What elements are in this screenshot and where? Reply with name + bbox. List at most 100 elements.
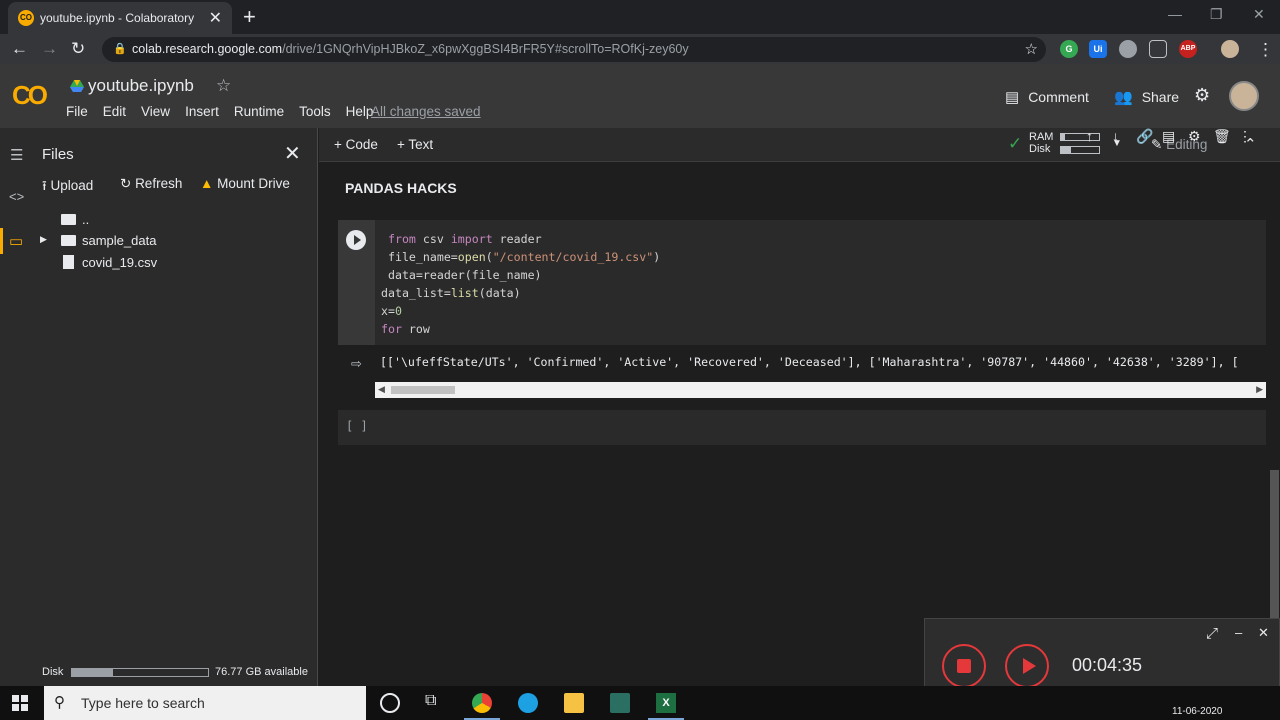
menu-insert[interactable]: Insert <box>185 104 219 122</box>
taskbar-clock[interactable]: 11-06-2020 <box>1172 706 1222 717</box>
circle-extension-icon[interactable] <box>1119 40 1137 58</box>
close-panel-icon[interactable]: ✕ <box>284 141 301 166</box>
cell-settings-icon[interactable]: ⚙ <box>1188 128 1201 145</box>
code-line: x=0 <box>381 304 402 318</box>
bookmark-star-icon[interactable]: ☆ <box>1025 40 1038 58</box>
forward-icon[interactable]: → <box>41 39 58 59</box>
output-text: [['\ufeffState/UTs', 'Confirmed', 'Activ… <box>380 355 1239 369</box>
share-label: Share <box>1141 89 1180 105</box>
page-vertical-scrollbar[interactable] <box>1270 470 1279 620</box>
edge-taskbar-icon[interactable] <box>518 693 538 713</box>
browser-menu-icon[interactable]: ⋮ <box>1257 40 1274 60</box>
disk-available-text: 76.77 GB available <box>215 666 308 678</box>
refresh-label: Refresh <box>135 176 183 191</box>
app-taskbar-icon[interactable] <box>610 693 630 713</box>
expand-recorder-icon[interactable]: ⤢ <box>1206 625 1218 642</box>
adblock-extension-icon[interactable]: ABP <box>1179 40 1197 58</box>
tree-item-covid-csv[interactable]: covid_19.csv <box>63 255 157 270</box>
code-cell[interactable]: from csv import reader file_name=open("/… <box>338 220 1266 345</box>
maximize-window-icon[interactable]: ❐ <box>1210 6 1223 23</box>
output-actions-icon[interactable]: ⇨ <box>351 356 362 372</box>
close-recorder-icon[interactable]: ✕ <box>1258 625 1269 641</box>
comment-label: Comment <box>1028 89 1089 105</box>
scroll-right-icon[interactable]: ▶ <box>1256 384 1263 395</box>
add-code-label: Code <box>345 137 378 152</box>
comment-icon: ▤ <box>1005 89 1020 106</box>
code-line: data_list=list(data) <box>381 286 521 300</box>
menu-runtime[interactable]: Runtime <box>234 104 284 122</box>
share-button[interactable]: 👥 Share <box>1114 88 1179 106</box>
menu-help[interactable]: Help <box>346 104 374 122</box>
scrollbar-thumb[interactable] <box>391 386 455 394</box>
refresh-button[interactable]: ↻ Refresh <box>120 176 182 192</box>
notebook-title[interactable]: youtube.ipynb <box>88 76 194 96</box>
windows-start-icon[interactable] <box>12 695 28 711</box>
new-tab-icon[interactable]: + <box>243 4 256 30</box>
disk-label: Disk <box>42 666 64 678</box>
code-snippets-icon[interactable]: <> <box>9 189 24 204</box>
drive-small-icon: ▲ <box>200 176 218 191</box>
stop-recording-button[interactable] <box>942 644 986 688</box>
execution-count: [ ] <box>346 419 368 433</box>
disk-resource-bar <box>1060 146 1100 154</box>
menu-edit[interactable]: Edit <box>103 104 126 122</box>
mount-drive-button[interactable]: ▲ Mount Drive <box>200 176 290 191</box>
close-tab-icon[interactable]: ✕ <box>209 8 222 28</box>
minimize-recorder-icon[interactable]: – <box>1235 625 1242 640</box>
upload-button[interactable]: ⭱ Upload <box>42 176 93 199</box>
grid-extension-icon[interactable] <box>1149 40 1167 58</box>
colab-header: CO youtube.ipynb ☆ File Edit View Insert… <box>0 64 1280 128</box>
colab-logo[interactable]: CO <box>12 80 48 111</box>
code-line: for row <box>381 322 430 336</box>
cell-gutter <box>338 220 375 345</box>
excel-taskbar-icon[interactable]: X <box>656 693 676 713</box>
task-view-icon[interactable]: ⧉ <box>425 692 445 712</box>
browser-tab-bar: CO youtube.ipynb - Colaboratory ✕ + — ❐ … <box>0 0 1280 34</box>
ui-extension-icon[interactable]: Ui <box>1089 40 1107 58</box>
comment-cell-icon[interactable]: ▤ <box>1162 128 1175 145</box>
add-text-button[interactable]: + Text <box>397 137 433 152</box>
url-input[interactable]: 🔒 colab.research.google.com/drive/1GNQrh… <box>102 37 1046 62</box>
run-cell-button[interactable] <box>346 230 366 250</box>
ram-label: RAM <box>1029 131 1054 143</box>
minimize-window-icon[interactable]: — <box>1168 6 1182 22</box>
close-window-icon[interactable]: ✕ <box>1253 6 1265 23</box>
more-options-icon[interactable]: ⋮ <box>1238 128 1252 145</box>
file-explorer-icon[interactable] <box>564 693 584 713</box>
grammarly-extension-icon[interactable]: G <box>1060 40 1078 58</box>
move-down-icon[interactable]: ↓ <box>1112 128 1119 144</box>
menu-view[interactable]: View <box>141 104 170 122</box>
table-of-contents-icon[interactable]: ☰ <box>10 146 23 164</box>
cortana-icon[interactable] <box>380 693 400 713</box>
menu-file[interactable]: File <box>66 104 88 122</box>
ram-usage-bar <box>1060 133 1100 141</box>
code-editor[interactable]: from csv import reader file_name=open("/… <box>381 230 660 338</box>
delete-cell-icon[interactable]: 🗑 <box>1213 128 1231 145</box>
files-folder-icon[interactable]: ▭ <box>9 232 23 250</box>
tree-item-parent[interactable]: .. <box>61 212 89 227</box>
resume-recording-button[interactable] <box>1005 644 1049 688</box>
save-status-link[interactable]: All changes saved <box>371 104 481 119</box>
tree-label: sample_data <box>82 233 157 248</box>
chrome-taskbar-icon[interactable] <box>472 693 492 713</box>
expand-arrow-icon[interactable]: ▶ <box>40 234 47 245</box>
empty-code-cell[interactable]: [ ] <box>338 410 1266 445</box>
disk-resource-label: Disk <box>1029 143 1051 155</box>
star-notebook-icon[interactable]: ☆ <box>216 76 231 96</box>
reload-icon[interactable]: ↻ <box>71 39 85 59</box>
output-horizontal-scrollbar[interactable]: ◀ ▶ <box>375 382 1266 398</box>
move-up-icon[interactable]: ↑ <box>1086 128 1093 144</box>
resources-indicator[interactable]: RAM Disk <box>1029 131 1053 155</box>
comment-button[interactable]: ▤ Comment <box>1005 88 1089 106</box>
add-code-button[interactable]: + Code <box>334 137 378 152</box>
menu-tools[interactable]: Tools <box>299 104 331 122</box>
link-icon[interactable]: 🔗 <box>1136 128 1153 145</box>
scroll-left-icon[interactable]: ◀ <box>378 384 385 395</box>
browser-tab[interactable]: CO youtube.ipynb - Colaboratory ✕ <box>8 2 232 34</box>
settings-gear-icon[interactable]: ⚙ <box>1194 85 1210 106</box>
taskbar-search-input[interactable]: ⚲ Type here to search <box>44 686 366 720</box>
back-icon[interactable]: ← <box>11 39 28 59</box>
tree-item-sample-data[interactable]: sample_data <box>61 233 156 248</box>
user-avatar[interactable] <box>1229 81 1259 111</box>
profile-avatar-icon[interactable] <box>1221 40 1239 58</box>
